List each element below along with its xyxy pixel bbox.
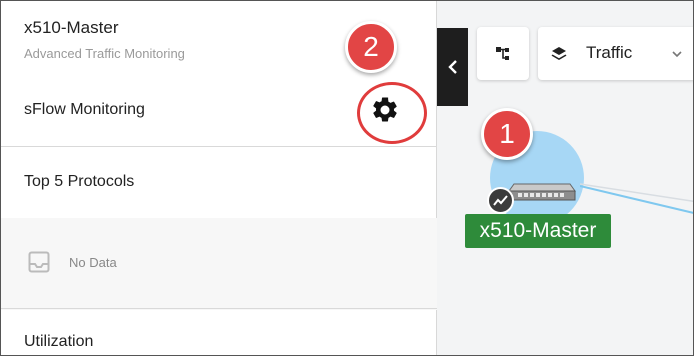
switch-icon[interactable]: [508, 182, 576, 202]
node-status-badge: [487, 187, 514, 214]
topology-view-button[interactable]: [477, 27, 529, 80]
callout-badge-2: 2: [345, 21, 397, 73]
utilization-title: Utilization: [24, 333, 94, 350]
gear-icon: [373, 97, 397, 122]
layers-icon: [551, 47, 567, 60]
activity-icon: [493, 194, 508, 206]
divider: [1, 146, 437, 147]
callout-badge-1: 1: [481, 108, 533, 160]
view-mode-dropdown[interactable]: Traffic: [538, 27, 694, 80]
device-name: x510-Master: [24, 18, 119, 37]
inbox-icon: [28, 251, 50, 273]
no-data-text: No Data: [69, 255, 117, 270]
device-subtitle: Advanced Traffic Monitoring: [24, 46, 185, 61]
node-label[interactable]: x510-Master: [465, 214, 611, 248]
settings-button[interactable]: [363, 88, 407, 132]
divider: [1, 308, 437, 309]
chevron-down-icon: [672, 51, 682, 58]
view-mode-label: Traffic: [586, 43, 633, 62]
protocols-title: Top 5 Protocols: [24, 173, 135, 190]
topology-icon: [496, 46, 509, 60]
protocols-empty-state: No Data: [1, 218, 437, 310]
section-title: sFlow Monitoring: [24, 101, 145, 118]
